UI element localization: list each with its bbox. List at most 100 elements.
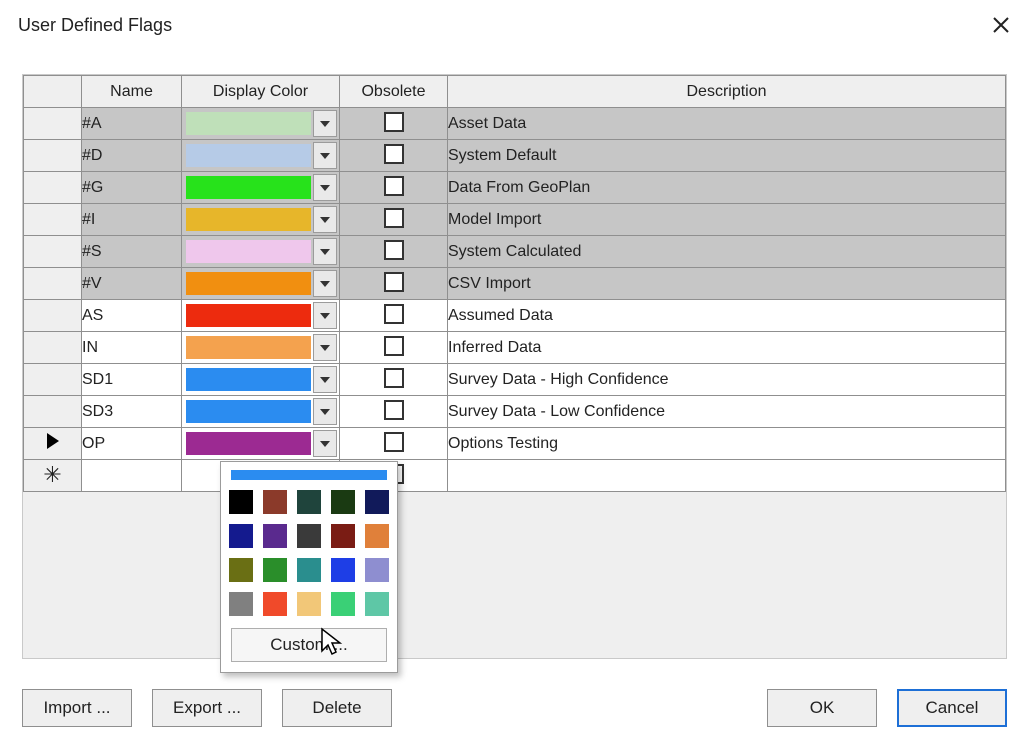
table-row[interactable]: #V CSV Import	[24, 268, 1006, 300]
description-cell[interactable]	[448, 460, 1006, 492]
obsolete-checkbox[interactable]	[384, 240, 404, 260]
delete-button[interactable]: Delete	[282, 689, 392, 727]
table-row[interactable]: SD1 Survey Data - High Confidence	[24, 364, 1006, 396]
description-cell[interactable]: Data From GeoPlan	[448, 172, 1006, 204]
color-dropdown-button[interactable]	[313, 366, 337, 393]
color-picker-custom-button[interactable]: Custom ...	[231, 628, 387, 662]
name-cell[interactable]	[82, 460, 182, 492]
description-cell[interactable]: Survey Data - Low Confidence	[448, 396, 1006, 428]
row-marker[interactable]	[24, 268, 82, 300]
close-icon[interactable]	[987, 11, 1015, 39]
col-header-display-color[interactable]: Display Color	[182, 76, 340, 108]
color-dropdown-button[interactable]	[313, 334, 337, 361]
obsolete-cell[interactable]	[340, 364, 448, 396]
obsolete-checkbox[interactable]	[384, 208, 404, 228]
row-marker[interactable]	[24, 364, 82, 396]
color-dropdown-button[interactable]	[313, 174, 337, 201]
name-cell[interactable]: #G	[82, 172, 182, 204]
color-option[interactable]	[331, 558, 355, 582]
color-dropdown-button[interactable]	[313, 142, 337, 169]
table-row[interactable]: SD3 Survey Data - Low Confidence	[24, 396, 1006, 428]
table-row[interactable]: OPOptions Testing	[24, 428, 1006, 460]
color-option[interactable]	[331, 524, 355, 548]
description-cell[interactable]: System Calculated	[448, 236, 1006, 268]
display-color-cell[interactable]	[182, 204, 340, 236]
display-color-cell[interactable]	[182, 428, 340, 460]
display-color-cell[interactable]	[182, 396, 340, 428]
description-cell[interactable]: CSV Import	[448, 268, 1006, 300]
obsolete-checkbox[interactable]	[384, 112, 404, 132]
description-cell[interactable]: Survey Data - High Confidence	[448, 364, 1006, 396]
new-row[interactable]: ✳	[24, 460, 1006, 492]
color-option[interactable]	[297, 558, 321, 582]
name-cell[interactable]: IN	[82, 332, 182, 364]
description-cell[interactable]: System Default	[448, 140, 1006, 172]
ok-button[interactable]: OK	[767, 689, 877, 727]
obsolete-checkbox[interactable]	[384, 144, 404, 164]
row-marker[interactable]	[24, 300, 82, 332]
col-header-obsolete[interactable]: Obsolete	[340, 76, 448, 108]
color-dropdown-button[interactable]	[313, 238, 337, 265]
color-option[interactable]	[365, 558, 389, 582]
col-header-name[interactable]: Name	[82, 76, 182, 108]
row-marker[interactable]: ✳	[24, 460, 82, 492]
description-cell[interactable]: Model Import	[448, 204, 1006, 236]
obsolete-cell[interactable]	[340, 396, 448, 428]
table-row[interactable]: ASAssumed Data	[24, 300, 1006, 332]
display-color-cell[interactable]	[182, 236, 340, 268]
color-dropdown-button[interactable]	[313, 206, 337, 233]
cancel-button[interactable]: Cancel	[897, 689, 1007, 727]
display-color-cell[interactable]	[182, 140, 340, 172]
display-color-cell[interactable]	[182, 108, 340, 140]
color-dropdown-button[interactable]	[313, 110, 337, 137]
color-option[interactable]	[297, 524, 321, 548]
color-option[interactable]	[229, 524, 253, 548]
color-option[interactable]	[297, 592, 321, 616]
display-color-cell[interactable]	[182, 332, 340, 364]
import-button[interactable]: Import ...	[22, 689, 132, 727]
name-cell[interactable]: AS	[82, 300, 182, 332]
name-cell[interactable]: SD1	[82, 364, 182, 396]
col-header-description[interactable]: Description	[448, 76, 1006, 108]
obsolete-checkbox[interactable]	[384, 272, 404, 292]
display-color-cell[interactable]	[182, 172, 340, 204]
export-button[interactable]: Export ...	[152, 689, 262, 727]
table-row[interactable]: #IModel Import	[24, 204, 1006, 236]
name-cell[interactable]: #V	[82, 268, 182, 300]
description-cell[interactable]: Options Testing	[448, 428, 1006, 460]
row-marker[interactable]	[24, 204, 82, 236]
row-marker[interactable]	[24, 428, 82, 460]
table-row[interactable]: #S System Calculated	[24, 236, 1006, 268]
row-marker[interactable]	[24, 172, 82, 204]
color-option[interactable]	[365, 592, 389, 616]
obsolete-cell[interactable]	[340, 332, 448, 364]
table-row[interactable]: #D System Default	[24, 140, 1006, 172]
color-option[interactable]	[297, 490, 321, 514]
display-color-cell[interactable]	[182, 268, 340, 300]
obsolete-checkbox[interactable]	[384, 336, 404, 356]
obsolete-checkbox[interactable]	[384, 368, 404, 388]
color-option[interactable]	[229, 490, 253, 514]
color-option[interactable]	[331, 490, 355, 514]
obsolete-cell[interactable]	[340, 268, 448, 300]
obsolete-checkbox[interactable]	[384, 432, 404, 452]
obsolete-cell[interactable]	[340, 300, 448, 332]
row-marker[interactable]	[24, 332, 82, 364]
color-option[interactable]	[263, 592, 287, 616]
description-cell[interactable]: Inferred Data	[448, 332, 1006, 364]
obsolete-cell[interactable]	[340, 236, 448, 268]
obsolete-cell[interactable]	[340, 204, 448, 236]
row-marker[interactable]	[24, 396, 82, 428]
row-marker[interactable]	[24, 108, 82, 140]
name-cell[interactable]: #S	[82, 236, 182, 268]
obsolete-checkbox[interactable]	[384, 304, 404, 324]
obsolete-checkbox[interactable]	[384, 176, 404, 196]
color-dropdown-button[interactable]	[313, 302, 337, 329]
name-cell[interactable]: SD3	[82, 396, 182, 428]
obsolete-cell[interactable]	[340, 428, 448, 460]
description-cell[interactable]: Asset Data	[448, 108, 1006, 140]
obsolete-cell[interactable]	[340, 140, 448, 172]
color-dropdown-button[interactable]	[313, 270, 337, 297]
color-option[interactable]	[263, 558, 287, 582]
name-cell[interactable]: #D	[82, 140, 182, 172]
